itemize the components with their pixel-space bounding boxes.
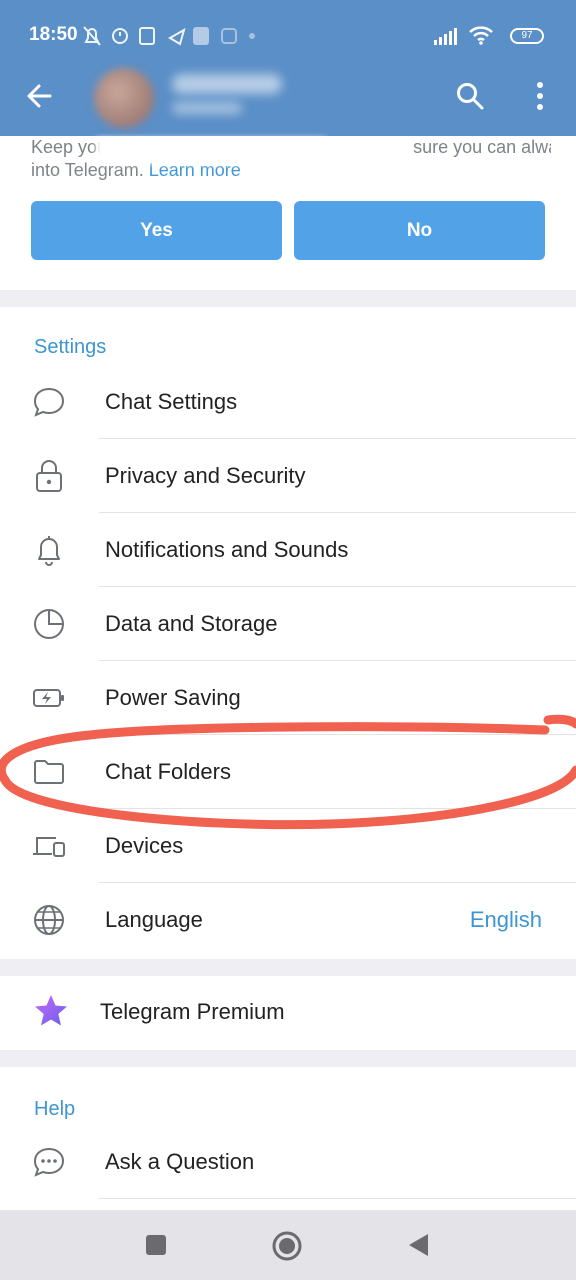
profile-status-blurred	[172, 102, 242, 114]
settings-item-label: Language	[105, 907, 203, 932]
premium-label: Telegram Premium	[100, 999, 285, 1024]
settings-item-label: Data and Storage	[105, 611, 278, 636]
battery-bolt-icon	[33, 689, 64, 707]
language-value: English	[469, 907, 542, 932]
globe-icon	[34, 905, 64, 935]
search-icon[interactable]	[454, 80, 486, 112]
settings-item-data-storage[interactable]: Data and Storage	[0, 587, 576, 661]
settings-item-label: Power Saving	[105, 685, 241, 710]
premium-section: Telegram Premium	[0, 976, 576, 1050]
settings-item-label: Chat Settings	[105, 389, 238, 414]
recent-apps-icon[interactable]	[145, 1234, 167, 1256]
settings-item-label: Devices	[105, 833, 184, 858]
settings-item-notifications[interactable]: Notifications and Sounds	[0, 513, 576, 587]
settings-header: Settings	[34, 336, 107, 358]
battery-indicator: 97	[510, 28, 544, 44]
settings-item-language[interactable]: Language English	[0, 883, 576, 957]
chat-dots-icon	[33, 1147, 65, 1177]
top-app-bar	[0, 64, 576, 128]
home-icon[interactable]	[271, 1230, 303, 1262]
suggestion-text-end: sure you can always log	[413, 137, 551, 157]
devices-icon	[33, 837, 65, 857]
settings-item-chat-settings[interactable]: Chat Settings	[0, 365, 576, 439]
settings-item-telegram-premium[interactable]: Telegram Premium	[0, 976, 576, 1050]
settings-item-label: Notifications and Sounds	[105, 537, 349, 562]
settings-item-devices[interactable]: Devices	[0, 809, 576, 883]
suggestion-card: Keep your sure you can always log into T…	[0, 136, 576, 290]
star-icon	[35, 995, 67, 1026]
help-header: Help	[34, 1098, 76, 1120]
pie-clock-icon	[34, 609, 64, 639]
redacted-text	[96, 138, 326, 164]
status-icons-right: 97	[434, 24, 544, 48]
profile-name-blurred	[172, 74, 282, 94]
more-options-icon[interactable]	[528, 78, 552, 114]
help-item-ask-question[interactable]: Ask a Question	[0, 1125, 576, 1199]
yes-button[interactable]: Yes	[31, 201, 282, 260]
status-bar: 18:50 97	[0, 14, 576, 58]
help-item-label: Ask a Question	[105, 1149, 255, 1174]
bell-icon	[38, 536, 60, 566]
avatar[interactable]	[94, 68, 154, 128]
folder-icon	[34, 760, 64, 784]
settings-item-power-saving[interactable]: Power Saving	[0, 661, 576, 735]
help-section: Help Ask a Question	[0, 1067, 576, 1210]
status-time: 18:50	[29, 24, 78, 45]
back-triangle-icon[interactable]	[406, 1232, 432, 1258]
chat-bubble-icon	[33, 387, 65, 417]
system-nav-bar	[0, 1210, 576, 1280]
settings-item-privacy[interactable]: Privacy and Security	[0, 439, 576, 513]
wifi-icon	[469, 26, 493, 45]
lock-icon	[36, 460, 62, 492]
signal-icon	[434, 28, 457, 45]
settings-item-label: Privacy and Security	[105, 463, 306, 488]
no-button[interactable]: No	[294, 201, 545, 260]
settings-section: Settings Chat Settings Privacy and Secur…	[0, 307, 576, 959]
settings-item-label: Chat Folders	[105, 759, 231, 784]
divider	[99, 1198, 576, 1199]
header-bar: 18:50 97	[0, 0, 576, 136]
notification-icons	[83, 26, 255, 46]
settings-item-chat-folders[interactable]: Chat Folders	[0, 735, 576, 809]
back-arrow-icon[interactable]	[22, 78, 58, 114]
